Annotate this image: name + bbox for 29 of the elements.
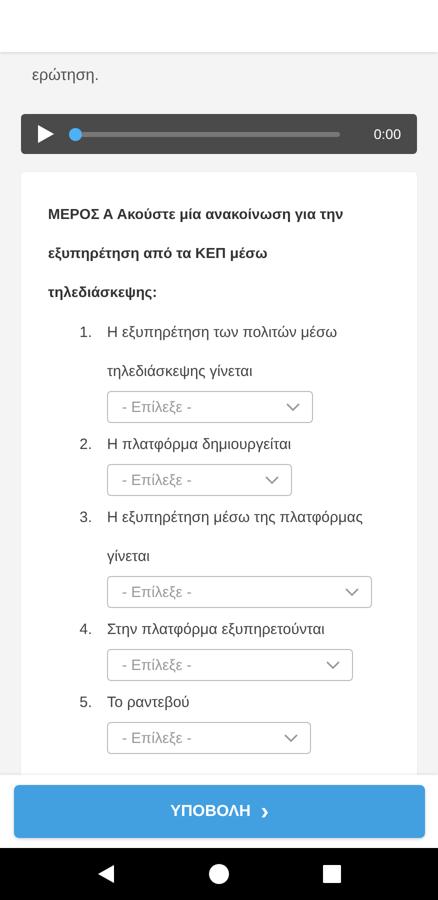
answer-dropdown[interactable]: - Επίλεξε - <box>107 649 353 681</box>
question-number: 4. <box>78 620 92 640</box>
chevron-icon <box>326 660 340 670</box>
question-number: 5. <box>78 693 92 713</box>
question-text: Η εξυπηρέτηση των πολιτών μέσω τηλεδιάσκεψης γίνεται <box>107 323 338 382</box>
time-label: 0:00 <box>374 126 401 142</box>
play-icon[interactable] <box>37 124 55 144</box>
question-number: 1. <box>78 323 92 343</box>
chevron-icon <box>345 588 359 596</box>
chevron-icon <box>286 402 300 412</box>
question-number: 2. <box>78 435 92 455</box>
section-title: ΜΕΡΟΣ Α Ακούστε μία ανακοίνωση για την εξυπηρέτηση από τα ΚΕΠ μέσω τηλεδιάσκεψης: <box>48 206 344 303</box>
instruction-text: ερώτηση. <box>32 66 100 86</box>
back-icon[interactable] <box>97 864 115 884</box>
answer-dropdown[interactable]: - Επίλεξε - <box>107 391 313 423</box>
progress-track[interactable] <box>82 132 340 136</box>
chevron-icon <box>284 734 298 742</box>
question-text: Το ραντεβού <box>107 693 191 713</box>
progress-thumb[interactable] <box>69 128 82 140</box>
question-text: Στην πλατφόρμα εξυπηρετούνται <box>107 620 326 640</box>
question-text: Η εξυπηρέτηση μέσω της πλατφόρμας γίνεται <box>107 508 364 567</box>
chevron-icon <box>265 476 279 484</box>
question-number: 3. <box>78 508 92 528</box>
answer-dropdown[interactable]: - Επίλεξε - <box>107 464 292 496</box>
question-text: Η πλατφόρμα δημιουργείται <box>107 435 292 455</box>
answer-dropdown[interactable]: - Επίλεξε - <box>107 576 372 608</box>
answer-dropdown[interactable]: - Επίλεξε - <box>107 722 311 754</box>
home-icon[interactable] <box>209 864 229 884</box>
submit-button[interactable]: ΥΠΟΒΟΛΗ › <box>14 785 425 838</box>
